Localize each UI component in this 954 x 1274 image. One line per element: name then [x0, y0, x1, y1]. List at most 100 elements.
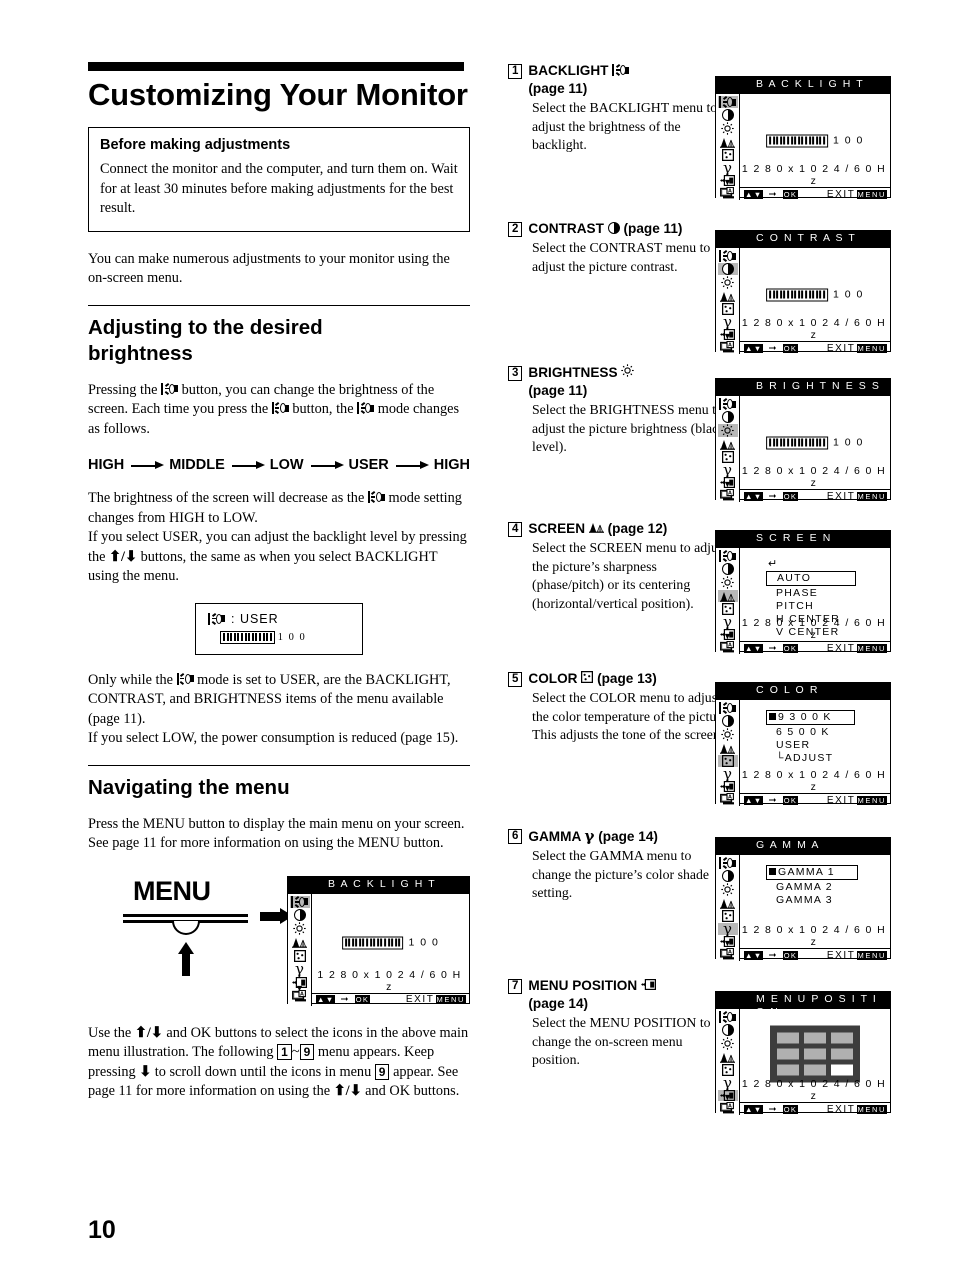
- osd-icon-language[interactable]: A: [718, 948, 738, 960]
- osd-scroll-down-icon[interactable]: ▼: [716, 632, 739, 641]
- osd-icon-gamma[interactable]: γ: [718, 461, 738, 479]
- osd-icon-screen[interactable]: [718, 1051, 738, 1063]
- up-down-key-icon[interactable]: ▲▼: [744, 1104, 764, 1114]
- up-down-key-icon[interactable]: ▲▼: [316, 995, 336, 1004]
- slider-bar[interactable]: [766, 436, 829, 450]
- osd-list-item[interactable]: USER: [766, 739, 855, 752]
- menu-key-icon[interactable]: MENU: [856, 491, 887, 501]
- osd-icon-brightness[interactable]: [718, 1037, 738, 1050]
- menu-position-cell[interactable]: [777, 1064, 799, 1076]
- osd-scroll-down-icon[interactable]: ▼: [716, 1093, 739, 1102]
- osd-slider[interactable]: 1 0 0: [766, 134, 864, 148]
- osd-slider[interactable]: 1 0 0: [341, 936, 440, 950]
- osd-scroll-down-icon[interactable]: ▼: [716, 178, 739, 187]
- osd-icon-gamma[interactable]: γ: [718, 1074, 738, 1092]
- osd-icon-screen[interactable]: [718, 897, 738, 909]
- osd-list-item[interactable]: 9 3 0 0 K: [766, 710, 855, 725]
- menu-key-icon[interactable]: MENU: [856, 343, 887, 353]
- osd-slider[interactable]: 1 0 0: [766, 436, 864, 450]
- osd-icon-screen[interactable]: [717, 589, 738, 602]
- ok-key-icon[interactable]: OK: [782, 491, 799, 501]
- up-down-key-icon[interactable]: ▲▼: [744, 189, 764, 199]
- osd-icon-screen[interactable]: [718, 742, 738, 754]
- osd-scroll-down-icon[interactable]: ▼: [716, 939, 739, 948]
- osd-list-item[interactable]: GAMMA 2: [766, 881, 858, 894]
- osd-icon-backlight[interactable]: [718, 249, 738, 262]
- osd-icon-gamma[interactable]: γ: [717, 920, 738, 938]
- menu-key-icon[interactable]: MENU: [856, 950, 887, 960]
- osd-slider[interactable]: 1 0 0: [766, 288, 864, 302]
- menu-key-icon[interactable]: MENU: [856, 1104, 887, 1114]
- osd-icon-contrast[interactable]: [717, 263, 738, 275]
- menu-position-cell[interactable]: [831, 1064, 853, 1076]
- menu-key-icon[interactable]: MENU: [856, 795, 887, 805]
- menu-position-cell[interactable]: [804, 1032, 826, 1044]
- menu-key-icon[interactable]: MENU: [856, 643, 887, 653]
- osd-scroll-down-icon[interactable]: ▼: [716, 332, 739, 341]
- osd-icon-contrast[interactable]: [718, 715, 738, 727]
- osd-icon-gamma[interactable]: γ: [718, 765, 738, 783]
- osd-icon-contrast[interactable]: [718, 563, 738, 575]
- osd-icon-backlight[interactable]: [717, 95, 738, 108]
- osd-list-item[interactable]: GAMMA 1: [766, 865, 858, 880]
- ok-key-icon[interactable]: OK: [782, 643, 799, 653]
- osd-list-item[interactable]: 6 5 0 0 K: [766, 726, 855, 739]
- ok-key-icon[interactable]: OK: [782, 950, 799, 960]
- osd-icon-contrast[interactable]: [718, 1024, 738, 1036]
- menu-key-icon[interactable]: MENU: [856, 189, 887, 199]
- osd-icon-contrast[interactable]: [290, 909, 310, 922]
- osd-icon-language[interactable]: A: [718, 489, 738, 501]
- menu-position-cell[interactable]: [831, 1048, 853, 1060]
- osd-icon-screen[interactable]: [718, 136, 738, 148]
- osd-icon-language[interactable]: A: [718, 1102, 738, 1114]
- osd-icon-brightness[interactable]: [718, 883, 738, 896]
- osd-scroll-down-icon[interactable]: ▼: [716, 480, 739, 489]
- osd-icon-language[interactable]: A: [718, 641, 738, 653]
- menu-position-cell[interactable]: [831, 1032, 853, 1044]
- osd-icon-backlight[interactable]: [718, 397, 738, 410]
- osd-icon-screen[interactable]: [718, 438, 738, 450]
- osd-icon-backlight[interactable]: [718, 1010, 738, 1023]
- up-down-key-icon[interactable]: ▲▼: [744, 491, 764, 501]
- osd-icon-brightness[interactable]: [718, 276, 738, 289]
- osd-icon-brightness[interactable]: [718, 576, 738, 589]
- ok-key-icon[interactable]: OK: [782, 343, 799, 353]
- osd-icon-backlight[interactable]: [718, 549, 738, 562]
- osd-icon-brightness[interactable]: [290, 922, 310, 936]
- up-down-key-icon[interactable]: ▲▼: [744, 343, 764, 353]
- osd-icon-gamma[interactable]: γ: [290, 960, 310, 978]
- menu-position-cell[interactable]: [777, 1032, 799, 1044]
- osd-list-item[interactable]: PHASE: [766, 587, 856, 600]
- osd-icon-contrast[interactable]: [718, 870, 738, 882]
- menu-key-icon[interactable]: MENU: [435, 995, 466, 1004]
- osd-icon-gamma[interactable]: γ: [718, 159, 738, 177]
- slider-bar[interactable]: [341, 936, 404, 950]
- ok-key-icon[interactable]: OK: [782, 1104, 799, 1114]
- osd-icon-screen[interactable]: [290, 936, 310, 949]
- osd-icon-brightness[interactable]: [718, 122, 738, 135]
- osd-icon-backlight[interactable]: [289, 895, 310, 908]
- osd-icon-gamma[interactable]: γ: [718, 313, 738, 331]
- osd-list-item[interactable]: PITCH: [766, 600, 856, 613]
- osd-icon-contrast[interactable]: [718, 109, 738, 121]
- osd-icon-language[interactable]: A: [718, 341, 738, 353]
- osd-icon-screen[interactable]: [718, 290, 738, 302]
- osd-icon-brightness[interactable]: [718, 728, 738, 741]
- osd-back-icon[interactable]: ↵: [768, 558, 856, 571]
- up-down-key-icon[interactable]: ▲▼: [744, 643, 764, 653]
- osd-icon-language[interactable]: A: [718, 793, 738, 805]
- osd-icon-language[interactable]: A: [718, 187, 738, 199]
- slider-bar[interactable]: [766, 134, 829, 148]
- osd-scroll-down-icon[interactable]: ▼: [288, 983, 311, 993]
- ok-key-icon[interactable]: OK: [782, 795, 799, 805]
- osd-icon-gamma[interactable]: γ: [718, 613, 738, 631]
- up-down-key-icon[interactable]: ▲▼: [744, 795, 764, 805]
- ok-key-icon[interactable]: OK: [782, 189, 799, 199]
- osd-list-item[interactable]: GAMMA 3: [766, 894, 858, 907]
- menu-position-cell[interactable]: [804, 1064, 826, 1076]
- menu-position-cell[interactable]: [804, 1048, 826, 1060]
- osd-icon-backlight[interactable]: [718, 856, 738, 869]
- up-down-key-icon[interactable]: ▲▼: [744, 950, 764, 960]
- osd-icon-backlight[interactable]: [718, 701, 738, 714]
- osd-icon-contrast[interactable]: [718, 411, 738, 423]
